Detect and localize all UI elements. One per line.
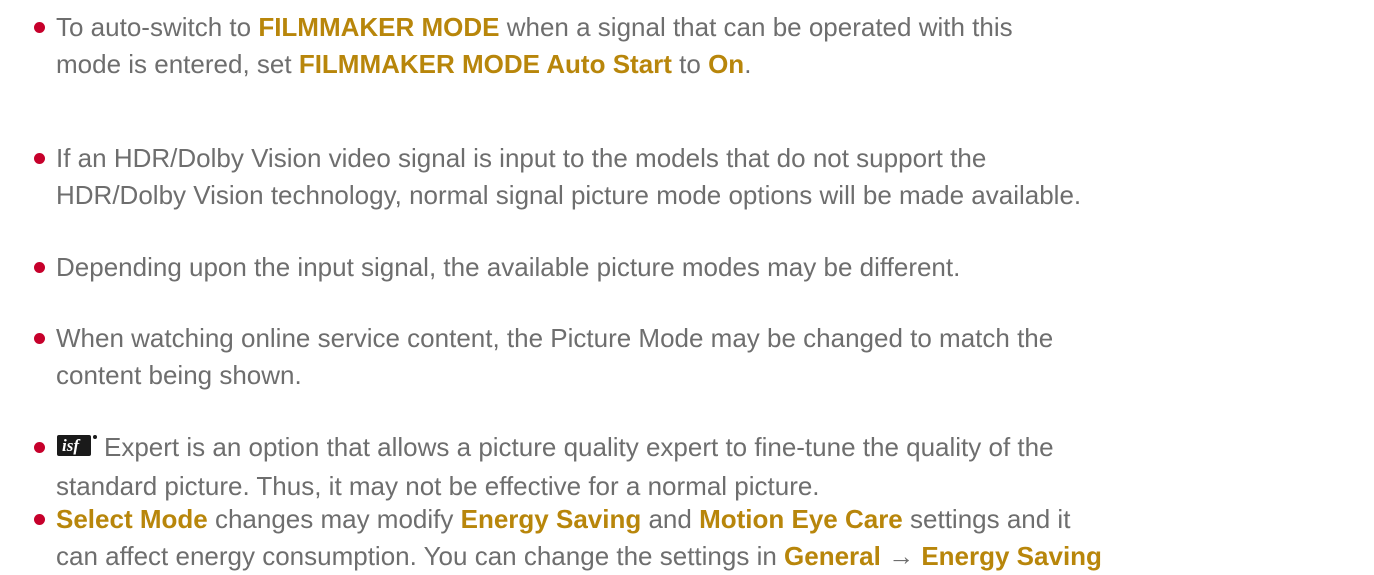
text-segment: When watching online service content, th…: [56, 323, 1054, 353]
text-segment: .: [744, 49, 752, 79]
bullet-text: Select Mode changes may modify Energy Sa…: [56, 501, 1356, 575]
text-line: To auto-switch to FILMMAKER MODE when a …: [56, 9, 1356, 46]
highlighted-term: Energy Saving: [921, 541, 1102, 571]
text-line: standard picture. Thus, it may not be ef…: [56, 468, 1356, 505]
text-segment: Expert is an option that allows a pictur…: [104, 432, 1054, 462]
highlighted-term: Motion Eye Care: [699, 504, 903, 534]
text-line: Select Mode changes may modify Energy Sa…: [56, 501, 1356, 538]
text-segment: content being shown.: [56, 360, 302, 390]
highlighted-term: General: [784, 541, 881, 571]
text-line: Depending upon the input signal, the ava…: [56, 249, 1356, 286]
menu-path-arrow: →: [880, 541, 922, 571]
bullet-text: Depending upon the input signal, the ava…: [56, 249, 1356, 286]
text-line: can affect energy consumption. You can c…: [56, 538, 1356, 575]
bullet-dot-icon: [34, 22, 45, 33]
text-line: If an HDR/Dolby Vision video signal is i…: [56, 140, 1356, 177]
text-line: mode is entered, set FILMMAKER MODE Auto…: [56, 46, 1356, 83]
text-segment: can affect energy consumption. You can c…: [56, 541, 785, 571]
highlighted-term: Energy Saving: [460, 504, 642, 534]
bullet-dot-icon: [34, 262, 45, 273]
isf-logo-icon: isf: [56, 431, 98, 468]
text-segment: To auto-switch to: [56, 12, 259, 42]
text-segment: HDR/Dolby Vision technology, normal sign…: [56, 180, 1082, 210]
isf-logo-text: isf: [62, 436, 81, 455]
bullet-dot-icon: [34, 333, 45, 344]
text-segment: changes may modify: [207, 504, 461, 534]
highlighted-term: Select Mode: [56, 504, 208, 534]
text-line: content being shown.: [56, 357, 1356, 394]
bullet-dot-icon: [34, 442, 45, 453]
text-segment: Depending upon the input signal, the ava…: [56, 252, 961, 282]
bullet-dot-icon: [34, 514, 45, 525]
text-segment: settings and it: [902, 504, 1071, 534]
bullet-text: isf Expert is an option that allows a pic…: [56, 429, 1356, 505]
text-segment: and: [641, 504, 700, 534]
text-line: isf Expert is an option that allows a pic…: [56, 429, 1356, 468]
text-segment: If an HDR/Dolby Vision video signal is i…: [56, 143, 987, 173]
highlighted-term: FILMMAKER MODE: [258, 12, 500, 42]
bullet-text: If an HDR/Dolby Vision video signal is i…: [56, 140, 1356, 214]
bullet-text: To auto-switch to FILMMAKER MODE when a …: [56, 9, 1356, 83]
text-segment: when a signal that can be operated with …: [499, 12, 1013, 42]
bullet-dot-icon: [34, 153, 45, 164]
bullet-text: When watching online service content, th…: [56, 320, 1356, 394]
highlighted-term: FILMMAKER MODE Auto Start: [298, 49, 672, 79]
text-line: When watching online service content, th…: [56, 320, 1356, 357]
highlighted-term: On: [708, 49, 745, 79]
text-segment: standard picture. Thus, it may not be ef…: [56, 471, 820, 501]
text-line: HDR/Dolby Vision technology, normal sign…: [56, 177, 1356, 214]
text-segment: mode is entered, set: [56, 49, 299, 79]
text-segment: to: [671, 49, 709, 79]
